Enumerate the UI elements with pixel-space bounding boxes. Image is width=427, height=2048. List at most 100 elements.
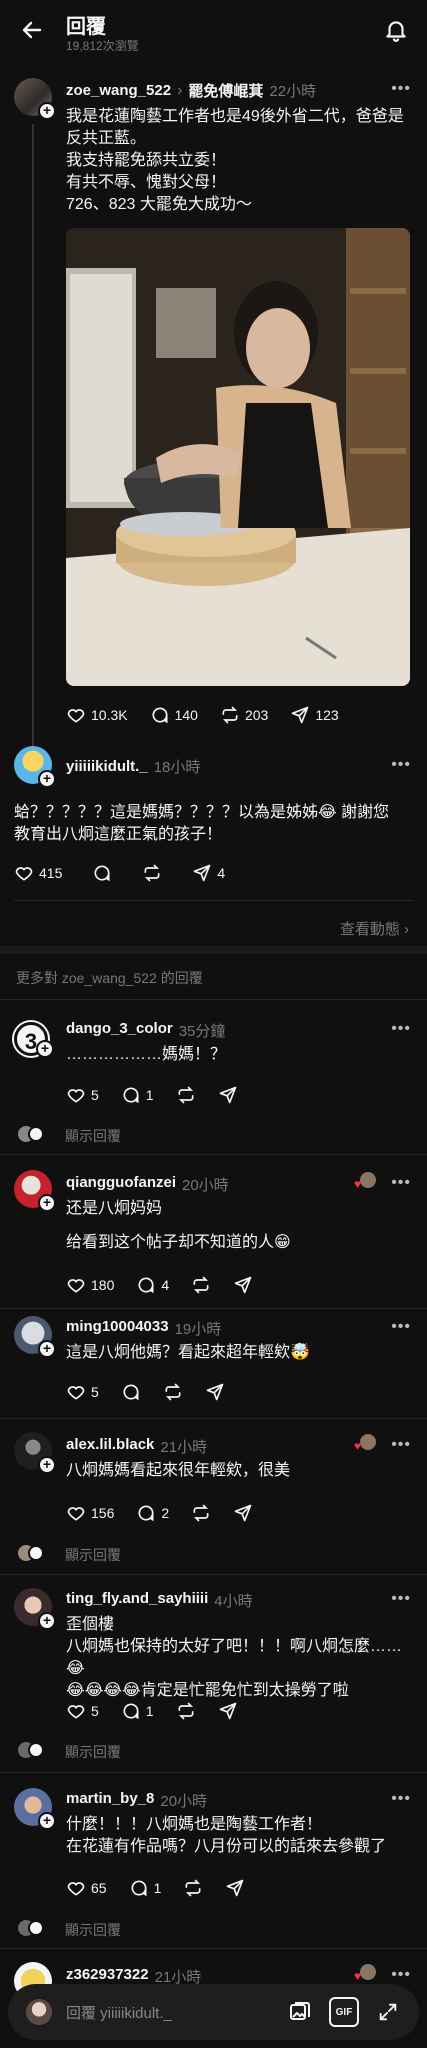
heart-icon	[67, 1882, 85, 1896]
reply-to-topic[interactable]: 罷免傅崐萁	[188, 80, 263, 101]
comment-actions: 5	[66, 1382, 247, 1402]
comment-icon	[138, 1277, 154, 1294]
comment-text: 八炯媽媽看起來很年輕欸，很美	[66, 1462, 291, 1479]
author-liked-badge: ♥	[354, 1964, 378, 1984]
comment-icon	[123, 1703, 139, 1720]
comment-button[interactable]	[92, 863, 112, 883]
notification-button[interactable]	[381, 15, 411, 45]
like-button[interactable]: 65	[66, 1878, 107, 1898]
share-button[interactable]	[233, 1503, 253, 1523]
comment-count: 4	[161, 1277, 170, 1293]
share-button[interactable]	[225, 1878, 245, 1898]
more-options-icon[interactable]: •••	[391, 1174, 411, 1192]
image-button[interactable]	[285, 1997, 315, 2027]
like-button[interactable]: 5	[66, 1382, 99, 1402]
share-button[interactable]: 123	[290, 705, 339, 725]
more-options-icon[interactable]: •••	[391, 1020, 411, 1038]
replier-avatars	[18, 1742, 46, 1758]
comment-header: qiangguofanzei 20小時	[66, 1174, 229, 1195]
repost-button[interactable]	[142, 863, 162, 883]
text-line: 反共正藍。	[66, 130, 147, 147]
share-button[interactable]: 4	[192, 863, 225, 883]
username[interactable]: alex.lil.black	[66, 1436, 154, 1457]
username[interactable]: ting_fly.and_sayhiiii	[66, 1590, 208, 1611]
comment-button[interactable]: 1	[121, 1701, 154, 1721]
username[interactable]: ming10004033	[66, 1318, 169, 1339]
share-button[interactable]	[218, 1085, 238, 1105]
comment-button[interactable]	[121, 1382, 141, 1402]
follow-plus-icon[interactable]: +	[38, 1340, 56, 1358]
post-photo[interactable]	[66, 228, 410, 686]
follow-plus-icon[interactable]: +	[38, 1812, 56, 1830]
expand-button[interactable]	[373, 1997, 403, 2027]
follow-plus-icon[interactable]: +	[38, 770, 56, 788]
username[interactable]: dango_3_color	[66, 1020, 173, 1041]
more-options-icon[interactable]: •••	[391, 1590, 411, 1608]
share-button[interactable]	[205, 1382, 225, 1402]
like-button[interactable]: 156	[66, 1503, 114, 1523]
repost-button[interactable]: 203	[220, 705, 268, 725]
username[interactable]: zoe_wang_522	[66, 82, 171, 99]
comment-actions: 65 1	[66, 1878, 267, 1898]
repost-button[interactable]	[191, 1275, 211, 1295]
text-line: 我支持罷免舔共立委！	[66, 152, 227, 169]
comment-button[interactable]: 140	[150, 705, 198, 725]
like-button[interactable]: 10.3K	[66, 705, 128, 725]
view-activity-link[interactable]: 查看動態 ›	[340, 918, 409, 939]
back-button[interactable]	[18, 16, 46, 44]
follow-plus-icon[interactable]: +	[38, 1612, 56, 1630]
show-replies-link[interactable]: 顯示回覆	[65, 1742, 121, 1762]
like-count: 10.3K	[91, 707, 128, 723]
follow-plus-icon[interactable]: +	[36, 1040, 54, 1058]
text-line: 歪個樓	[66, 1616, 115, 1633]
share-button[interactable]	[218, 1701, 238, 1721]
follow-plus-icon[interactable]: +	[38, 102, 56, 120]
username[interactable]: qiangguofanzei	[66, 1174, 176, 1195]
more-options-icon[interactable]: •••	[391, 756, 411, 774]
like-button[interactable]: 5	[66, 1701, 99, 1721]
repost-icon	[193, 1504, 209, 1522]
like-count: 5	[91, 1703, 99, 1719]
thread-line	[32, 124, 34, 764]
username[interactable]: yiiiiikidult._	[66, 758, 148, 775]
repost-button[interactable]	[176, 1085, 196, 1105]
like-button[interactable]: 180	[66, 1275, 114, 1295]
post-text: 我是花蓮陶藝工作者也是49後外省二代，爸爸是 反共正藍。 我支持罷免舔共立委！ …	[66, 106, 416, 216]
like-button[interactable]: 5	[66, 1085, 99, 1105]
comment-count: 1	[145, 1087, 154, 1103]
more-options-icon[interactable]: •••	[391, 80, 411, 98]
repost-button[interactable]	[163, 1382, 183, 1402]
comment-button[interactable]: 2	[136, 1503, 169, 1523]
share-count: 123	[315, 707, 339, 723]
text-line: 八炯媽也保持的太好了吧！！！啊八炯怎麼……😂	[66, 1638, 403, 1677]
repost-button[interactable]	[191, 1503, 211, 1523]
like-button[interactable]: 415	[14, 863, 62, 883]
repost-button[interactable]	[176, 1701, 196, 1721]
comment-button[interactable]: 1	[121, 1085, 154, 1105]
share-button[interactable]	[233, 1275, 253, 1295]
comment-button[interactable]: 4	[136, 1275, 169, 1295]
more-options-icon[interactable]: •••	[391, 1436, 411, 1454]
show-replies-link[interactable]: 顯示回覆	[65, 1545, 121, 1565]
show-replies-link[interactable]: 顯示回覆	[65, 1126, 121, 1146]
more-replies-label: 更多對 zoe_wang_522 的回覆	[16, 970, 203, 986]
comment-icon	[131, 1880, 147, 1897]
follow-plus-icon[interactable]: +	[38, 1456, 56, 1474]
repost-button[interactable]	[183, 1878, 203, 1898]
heart-icon	[67, 1705, 85, 1719]
show-replies-link[interactable]: 顯示回覆	[65, 1920, 121, 1940]
repost-count: 203	[244, 707, 269, 723]
gif-button[interactable]: GIF	[329, 1997, 359, 2027]
share-count: 4	[217, 865, 226, 881]
repost-icon	[178, 1086, 194, 1104]
username[interactable]: martin_by_8	[66, 1790, 154, 1811]
more-options-icon[interactable]: •••	[391, 1966, 411, 1984]
more-options-icon[interactable]: •••	[391, 1318, 411, 1336]
comment-actions: 156 2	[66, 1503, 275, 1523]
comment-button[interactable]: 1	[129, 1878, 161, 1898]
more-options-icon[interactable]: •••	[391, 1790, 411, 1808]
follow-plus-icon[interactable]: +	[38, 1194, 56, 1212]
send-icon	[234, 1276, 252, 1294]
reply-input[interactable]: 回覆 yiiiiikidult._	[66, 2002, 285, 2023]
comment-header: ming10004033 19小時	[66, 1318, 221, 1339]
